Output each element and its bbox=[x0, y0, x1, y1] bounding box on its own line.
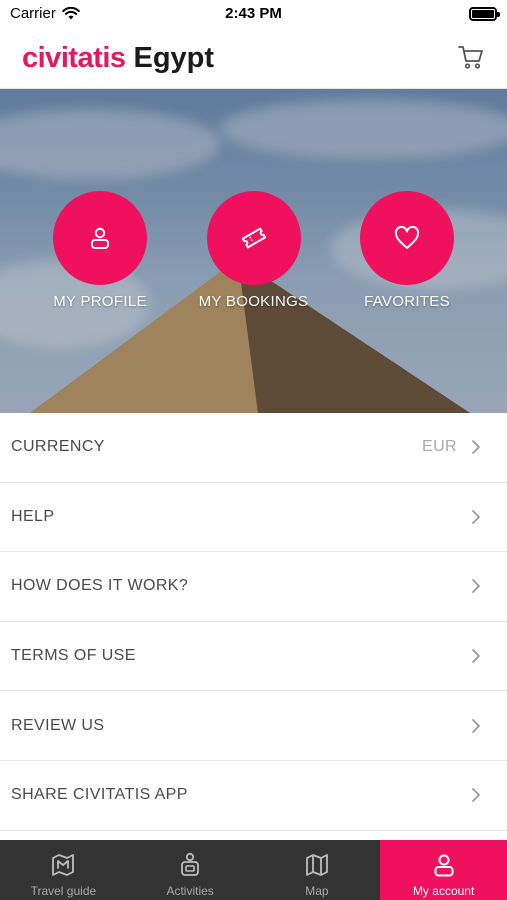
menu-item-label: SHARE CIVITATIS APP bbox=[11, 786, 188, 804]
battery-icon bbox=[469, 7, 500, 21]
hero-actions: MY PROFILE MY BOOKINGS FAVORITES bbox=[0, 191, 507, 310]
my-bookings-label: MY BOOKINGS bbox=[198, 293, 309, 310]
menu-item-help[interactable]: HELP bbox=[0, 483, 507, 553]
my-profile-circle[interactable] bbox=[53, 191, 147, 285]
menu-item-review-us[interactable]: REVIEW US bbox=[0, 691, 507, 761]
user-icon bbox=[434, 854, 454, 877]
tab-my-account[interactable]: My account bbox=[380, 840, 507, 900]
map-icon bbox=[305, 854, 328, 876]
menu-item-label: TERMS OF USE bbox=[11, 647, 136, 665]
tab-label: Map bbox=[305, 884, 329, 898]
app-header: civitatis Egypt bbox=[0, 28, 507, 89]
menu-item-how-does-it-work[interactable]: HOW DOES IT WORK? bbox=[0, 552, 507, 622]
my-profile-label: MY PROFILE bbox=[53, 293, 147, 310]
brand: civitatis Egypt bbox=[22, 42, 214, 75]
brand-logo: civitatis bbox=[22, 42, 126, 74]
my-profile-button[interactable]: MY PROFILE bbox=[40, 191, 160, 310]
tab-bar: Travel guide Activities Map My account bbox=[0, 840, 507, 900]
currency-value: EUR bbox=[422, 438, 457, 456]
tab-activities[interactable]: Activities bbox=[127, 840, 254, 900]
tab-label: My account bbox=[412, 884, 475, 898]
chevron-right-icon bbox=[472, 440, 480, 455]
tab-label: Activities bbox=[166, 884, 214, 898]
menu-item-share-app[interactable]: SHARE CIVITATIS APP bbox=[0, 761, 507, 831]
hero-banner: MY PROFILE MY BOOKINGS FAVORITES bbox=[0, 89, 507, 413]
heart-icon bbox=[394, 225, 420, 249]
menu-item-currency[interactable]: CURRENCY EUR bbox=[0, 413, 507, 483]
chevron-right-icon bbox=[472, 718, 480, 733]
user-icon bbox=[91, 227, 109, 249]
ticket-icon bbox=[241, 227, 266, 249]
menu-item-label: HELP bbox=[11, 507, 55, 525]
status-bar: Carrier 2:43 PM bbox=[0, 0, 507, 28]
tab-label: Travel guide bbox=[30, 884, 97, 898]
guide-map-icon bbox=[52, 854, 75, 876]
chevron-right-icon bbox=[472, 579, 480, 594]
menu-item-label: HOW DOES IT WORK? bbox=[11, 577, 189, 595]
menu-item-terms-of-use[interactable]: TERMS OF USE bbox=[0, 622, 507, 692]
status-time: 2:43 PM bbox=[225, 5, 282, 22]
my-bookings-button[interactable]: MY BOOKINGS bbox=[194, 191, 314, 310]
tab-map[interactable]: Map bbox=[254, 840, 381, 900]
menu-item-label: CURRENCY bbox=[11, 438, 105, 456]
chevron-right-icon bbox=[472, 649, 480, 663]
chevron-right-icon bbox=[472, 788, 480, 803]
favorites-label: FAVORITES bbox=[364, 293, 450, 310]
favorites-button[interactable]: FAVORITES bbox=[347, 191, 467, 310]
tab-travel-guide[interactable]: Travel guide bbox=[0, 840, 127, 900]
menu-item-label: REVIEW US bbox=[11, 716, 105, 734]
account-menu: CURRENCY EUR HELP HOW DOES IT WORK? TERM… bbox=[0, 413, 507, 831]
chevron-right-icon bbox=[472, 509, 480, 524]
brand-country: Egypt bbox=[133, 42, 215, 74]
cart-icon[interactable] bbox=[457, 43, 485, 71]
favorites-circle[interactable] bbox=[360, 191, 454, 285]
my-bookings-circle[interactable] bbox=[206, 191, 301, 285]
activities-icon bbox=[181, 852, 200, 876]
